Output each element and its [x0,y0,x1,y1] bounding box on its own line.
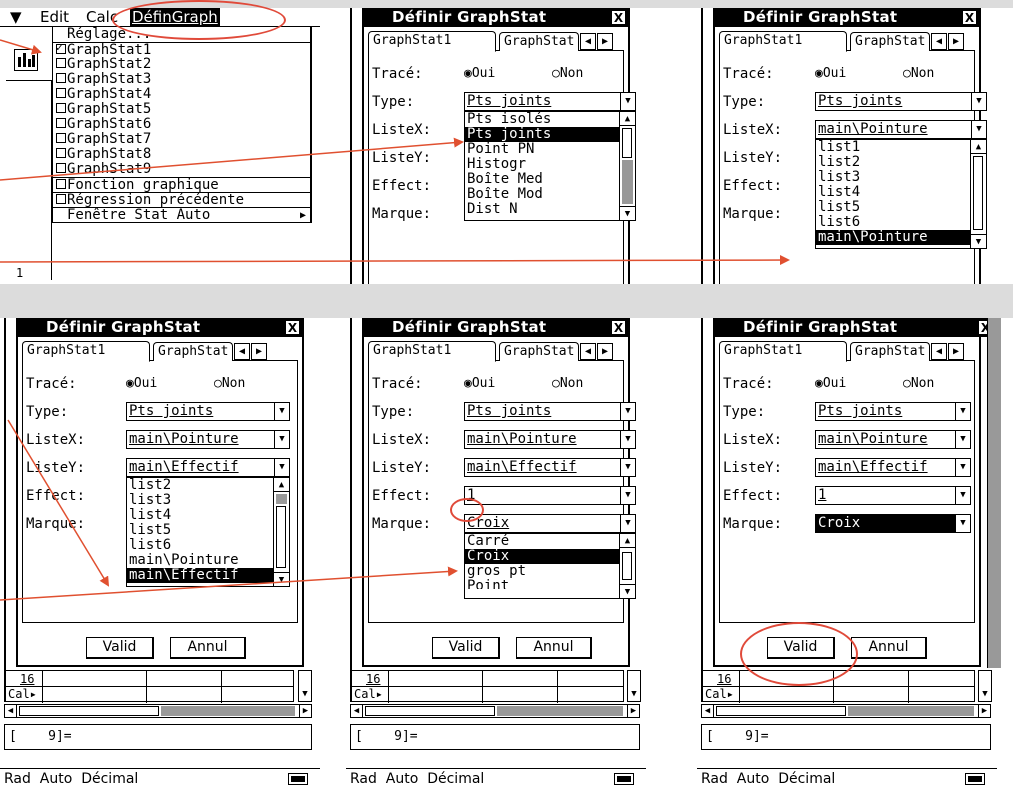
annotation-arrows [0,39,790,601]
arrow-to-type-list [0,137,464,181]
arrow-to-graph-icon [0,39,42,55]
arrow-to-listey [7,419,110,587]
arrow-to-marque [0,566,458,601]
arrow-to-listex [0,255,790,266]
